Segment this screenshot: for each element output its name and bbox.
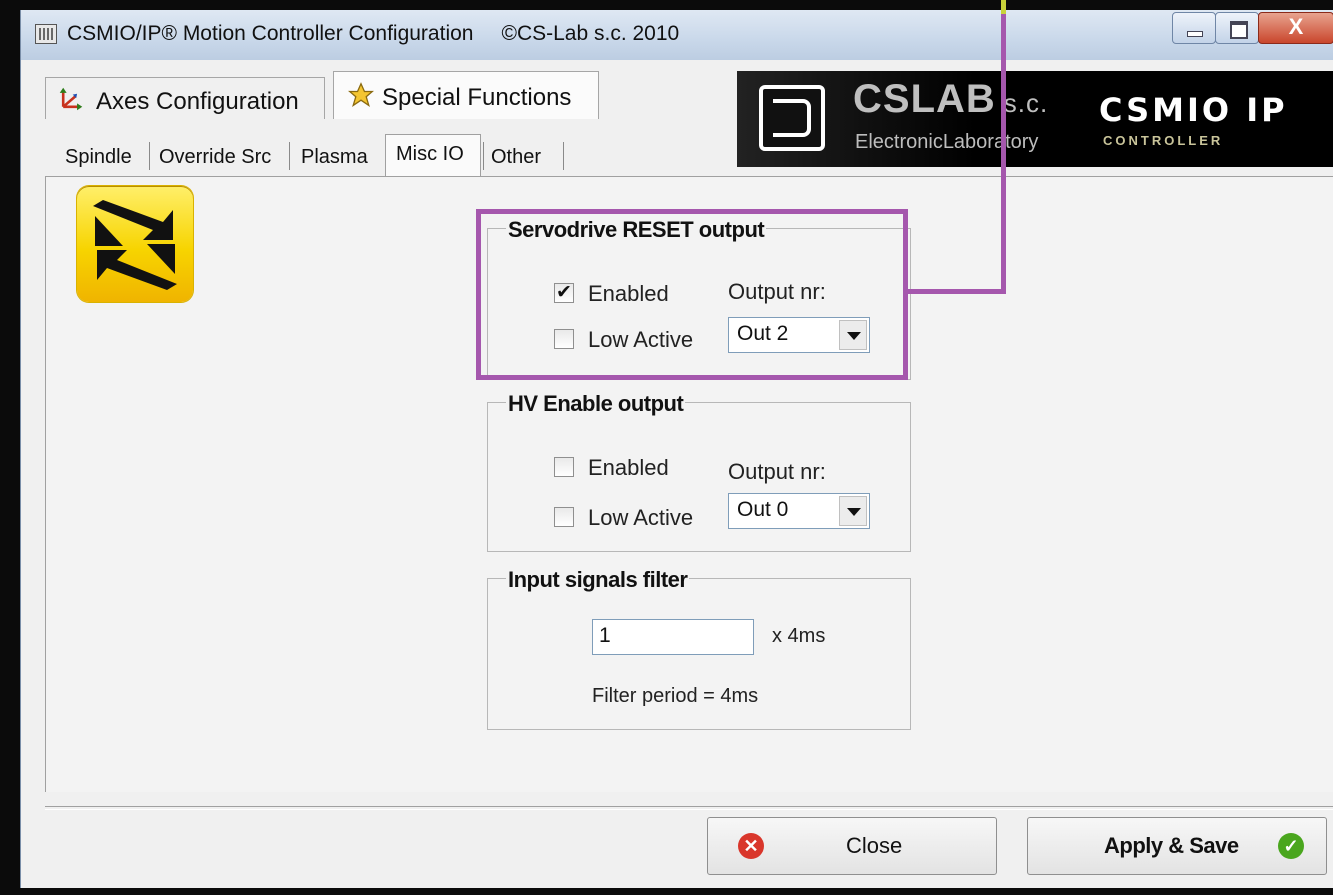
tab-separator (483, 142, 484, 170)
title-bar[interactable]: CSMIO/IP® Motion Controller Configuratio… (21, 10, 1333, 60)
annotation-connector-tip (1001, 0, 1006, 14)
hv-low-active-checkbox[interactable] (554, 507, 574, 527)
misc-io-icon (77, 186, 193, 302)
annotation-highlight-box (476, 209, 908, 380)
tab-axes-label: Axes Configuration (96, 88, 299, 115)
window-close-button[interactable]: X (1258, 12, 1333, 44)
input-filter-title: Input signals filter (506, 567, 690, 593)
hv-low-active-label: Low Active (588, 505, 694, 530)
tab-misc-io[interactable]: Misc IO (385, 134, 481, 176)
tab-separator (563, 142, 564, 170)
hv-output-label: Output nr: (728, 459, 826, 484)
window-controls: X (1172, 12, 1333, 46)
apply-save-label: Apply & Save (1104, 833, 1239, 858)
tab-axes-configuration[interactable]: Axes Configuration (45, 77, 325, 119)
tab-override-label: Override Src (159, 146, 272, 168)
hv-enabled-checkbox[interactable] (554, 457, 574, 477)
maximize-button[interactable] (1215, 12, 1259, 44)
close-button-label: Close (846, 833, 903, 858)
hv-output-value: Out 0 (737, 498, 789, 521)
logo-company-text: CSLAB (853, 77, 996, 121)
annotation-connector-horizontal (907, 289, 1006, 294)
logo-subtitle: ElectronicLaboratory (855, 131, 1039, 153)
filter-unit-label: x 4ms (772, 625, 826, 647)
window-title: CSMIO/IP® Motion Controller Configuratio… (67, 22, 679, 46)
close-x-icon: X (1288, 14, 1304, 39)
logo-company: CSLAB s.c. (853, 77, 1048, 122)
filter-value-input[interactable]: 1 (592, 619, 754, 655)
filter-value-text: 1 (599, 624, 611, 647)
tab-spindle-label: Spindle (65, 146, 132, 168)
hv-enable-title: HV Enable output (506, 391, 686, 417)
footer-divider (45, 806, 1333, 810)
cslab-chip-icon (759, 85, 825, 151)
tab-misc-io-label: Misc IO (396, 143, 464, 165)
cslab-logo: CSLAB s.c. ElectronicLaboratory CSMIO IP … (737, 71, 1333, 167)
hv-enabled-label: Enabled (588, 455, 669, 480)
axes-icon (59, 87, 83, 111)
annotation-connector-vertical (1001, 0, 1006, 294)
hv-output-select[interactable]: Out 0 (728, 493, 870, 529)
tab-plasma-label: Plasma (301, 146, 368, 168)
window-copyright: ©CS-Lab s.c. 2010 (501, 22, 680, 45)
chevron-down-icon[interactable] (839, 496, 867, 526)
hv-enable-group: HV Enable output Enabled Low Active Outp… (487, 391, 911, 552)
apply-save-button[interactable]: Apply & Save ✓ (1027, 817, 1327, 875)
input-filter-group: Input signals filter 1 x 4ms Filter peri… (487, 567, 911, 730)
tab-separator (289, 142, 290, 170)
tab-separator (149, 142, 150, 170)
window-title-text: CSMIO/IP® Motion Controller Configuratio… (67, 22, 474, 45)
close-button[interactable]: ✕ Close (707, 817, 997, 875)
minimize-button[interactable] (1172, 12, 1216, 44)
logo-product-sub: CONTROLLER (1103, 133, 1224, 148)
tab-special-functions[interactable]: Special Functions (333, 71, 599, 119)
checkmark-icon: ✓ (1278, 833, 1304, 859)
tab-other-label: Other (491, 146, 542, 168)
close-icon: ✕ (738, 833, 764, 859)
app-icon (35, 24, 57, 44)
filter-period-text: Filter period = 4ms (592, 685, 759, 707)
logo-product: CSMIO IP (1099, 91, 1288, 129)
logo-suffix: s.c. (1003, 88, 1049, 118)
tab-special-label: Special Functions (382, 84, 572, 111)
star-icon (348, 82, 374, 107)
config-window: CSMIO/IP® Motion Controller Configuratio… (20, 10, 1333, 888)
